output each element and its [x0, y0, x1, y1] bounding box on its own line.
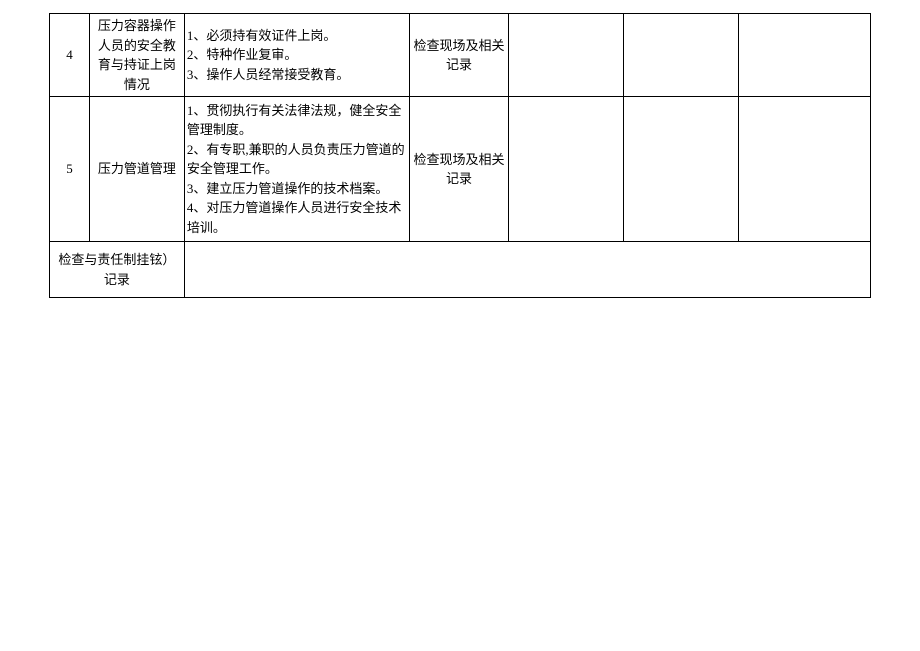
row-cell-7 — [739, 14, 871, 97]
row-cell-6 — [624, 14, 739, 97]
row-number: 4 — [66, 47, 73, 62]
row-content-cell: 1、必须持有效证件上岗。 2、特种作业复审。 3、操作人员经常接受教育。 — [184, 14, 409, 97]
row-title: 压力管道管理 — [98, 161, 176, 176]
table-row: 5 压力管道管理 1、贯彻执行有关法律法规，健全安全管理制度。 2、有专职,兼职… — [50, 97, 871, 242]
footer-label: 检查与责任制挂铉）记录 — [58, 252, 175, 287]
row-cell-6 — [624, 97, 739, 242]
table-row: 4 压力容器操作人员的安全教育与持证上岗情况 1、必须持有效证件上岗。 2、特种… — [50, 14, 871, 97]
row-number-cell: 5 — [50, 97, 90, 242]
row-content-cell: 1、贯彻执行有关法律法规，健全安全管理制度。 2、有专职,兼职的人员负责压力管道… — [184, 97, 409, 242]
row-cell-5 — [509, 14, 624, 97]
table-footer-row: 检查与责任制挂铉）记录 — [50, 242, 871, 298]
row-cell-7 — [739, 97, 871, 242]
row-title-cell: 压力管道管理 — [89, 97, 184, 242]
row-content: 1、贯彻执行有关法律法规，健全安全管理制度。 2、有专职,兼职的人员负责压力管道… — [187, 103, 405, 235]
row-number: 5 — [66, 161, 73, 176]
row-cell-5 — [509, 97, 624, 242]
row-method-cell: 检查现场及相关记录 — [409, 97, 509, 242]
row-title: 压力容器操作人员的安全教育与持证上岗情况 — [98, 18, 176, 92]
inspection-table: 4 压力容器操作人员的安全教育与持证上岗情况 1、必须持有效证件上岗。 2、特种… — [49, 13, 871, 298]
row-method-cell: 检查现场及相关记录 — [409, 14, 509, 97]
document-page: 4 压力容器操作人员的安全教育与持证上岗情况 1、必须持有效证件上岗。 2、特种… — [0, 0, 920, 651]
row-method: 检查现场及相关记录 — [413, 38, 504, 73]
row-number-cell: 4 — [50, 14, 90, 97]
row-title-cell: 压力容器操作人员的安全教育与持证上岗情况 — [89, 14, 184, 97]
footer-content-cell — [184, 242, 870, 298]
footer-label-cell: 检查与责任制挂铉）记录 — [50, 242, 185, 298]
row-method: 检查现场及相关记录 — [413, 152, 504, 187]
row-content: 1、必须持有效证件上岗。 2、特种作业复审。 3、操作人员经常接受教育。 — [187, 28, 350, 82]
